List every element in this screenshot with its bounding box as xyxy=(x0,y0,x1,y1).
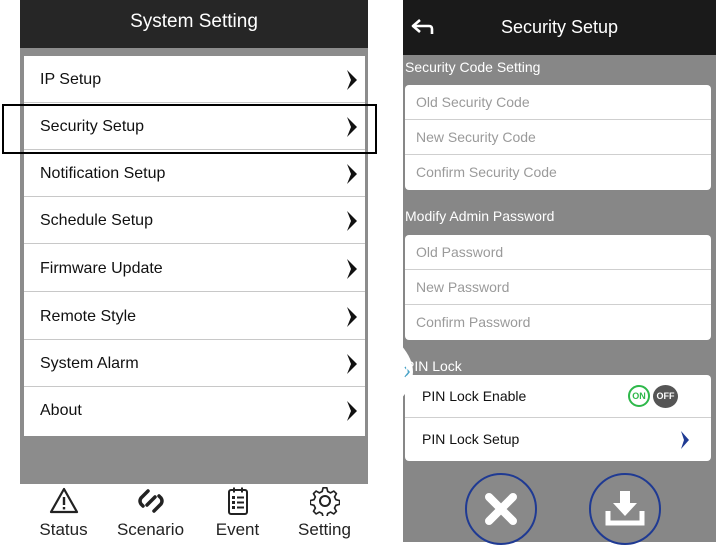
menu-item-schedule-setup[interactable]: Schedule Setup xyxy=(24,197,365,244)
menu-item-label: Notification Setup xyxy=(40,165,166,182)
tab-setting[interactable]: Setting xyxy=(281,484,368,542)
menu-item-notification-setup[interactable]: Notification Setup xyxy=(24,150,365,197)
cancel-button[interactable] xyxy=(465,473,537,545)
security-form: Security Code Setting Old Security Code … xyxy=(401,55,716,545)
menu-item-label: About xyxy=(40,402,82,419)
page-title: System Setting xyxy=(20,0,368,48)
menu-item-label: IP Setup xyxy=(40,71,102,88)
menu-item-label: System Alarm xyxy=(40,355,139,372)
chevron-right-icon xyxy=(347,307,357,327)
pin-lock-setup-row[interactable]: PIN Lock Setup xyxy=(405,418,711,461)
menu-item-ip-setup[interactable]: IP Setup xyxy=(24,56,365,103)
pin-lock-enable-label: PIN Lock Enable xyxy=(422,388,527,404)
download-save-icon xyxy=(605,491,645,526)
tab-event[interactable]: Event xyxy=(194,484,281,542)
tab-label: Status xyxy=(39,520,88,539)
tab-scenario[interactable]: Scenario xyxy=(107,484,194,542)
tab-label: Scenario xyxy=(116,520,185,539)
toggle-on-button[interactable]: ON xyxy=(628,385,650,407)
close-icon xyxy=(485,493,517,525)
section-heading: Security Code Setting xyxy=(405,59,541,75)
menu-item-label: Remote Style xyxy=(40,308,137,325)
tab-label: Setting xyxy=(298,520,351,539)
page-title: Security Setup xyxy=(500,17,619,37)
chevron-right-icon xyxy=(347,354,357,374)
new-password-field[interactable]: New Password xyxy=(405,270,711,305)
gear-icon xyxy=(309,486,340,516)
chevron-right-icon xyxy=(347,211,357,231)
link-icon xyxy=(137,489,164,513)
bottom-tab-bar: Status Scenario Event Setting xyxy=(20,484,368,542)
security-setup-screen: Security Setup Security Code Setting Old… xyxy=(401,0,716,545)
save-button[interactable] xyxy=(589,473,661,545)
tab-label: Event xyxy=(215,520,260,539)
confirm-security-code-field[interactable]: Confirm Security Code xyxy=(405,155,711,190)
new-security-code-field[interactable]: New Security Code xyxy=(405,120,711,155)
menu-item-system-alarm[interactable]: System Alarm xyxy=(24,340,365,387)
tab-status[interactable]: Status xyxy=(20,484,107,542)
admin-password-group: Old Password New Password Confirm Passwo… xyxy=(405,235,711,340)
pin-lock-enable-row: PIN Lock Enable ON OFF xyxy=(405,375,711,418)
section-heading: Modify Admin Password xyxy=(405,208,555,224)
chevron-right-icon xyxy=(347,259,357,279)
chevron-right-icon xyxy=(347,164,357,184)
confirm-password-field[interactable]: Confirm Password xyxy=(405,305,711,340)
old-password-field[interactable]: Old Password xyxy=(405,235,711,270)
system-setting-screen: System Setting IP Setup Security Setup N… xyxy=(20,0,368,542)
menu-item-about[interactable]: About xyxy=(24,387,365,434)
event-list-icon xyxy=(227,487,248,515)
security-code-group: Old Security Code New Security Code Conf… xyxy=(405,85,711,190)
menu-item-remote-style[interactable]: Remote Style xyxy=(24,293,365,340)
toggle-off-button[interactable]: OFF xyxy=(653,385,678,408)
pin-lock-setup-label: PIN Lock Setup xyxy=(422,431,520,447)
header-bar: Security Setup xyxy=(403,0,716,55)
chevron-right-icon xyxy=(681,431,689,449)
menu-item-label: Schedule Setup xyxy=(40,212,153,229)
chevron-right-icon xyxy=(347,401,357,421)
selection-highlight xyxy=(2,104,377,154)
menu-item-firmware-update[interactable]: Firmware Update xyxy=(24,245,365,292)
menu-item-label: Firmware Update xyxy=(40,260,163,277)
section-heading: PIN Lock xyxy=(405,358,462,374)
old-security-code-field[interactable]: Old Security Code xyxy=(405,85,711,120)
chevron-right-icon xyxy=(347,70,357,90)
pin-lock-group: PIN Lock Enable ON OFF PIN Lock Setup xyxy=(405,375,711,461)
warning-icon xyxy=(49,487,78,514)
